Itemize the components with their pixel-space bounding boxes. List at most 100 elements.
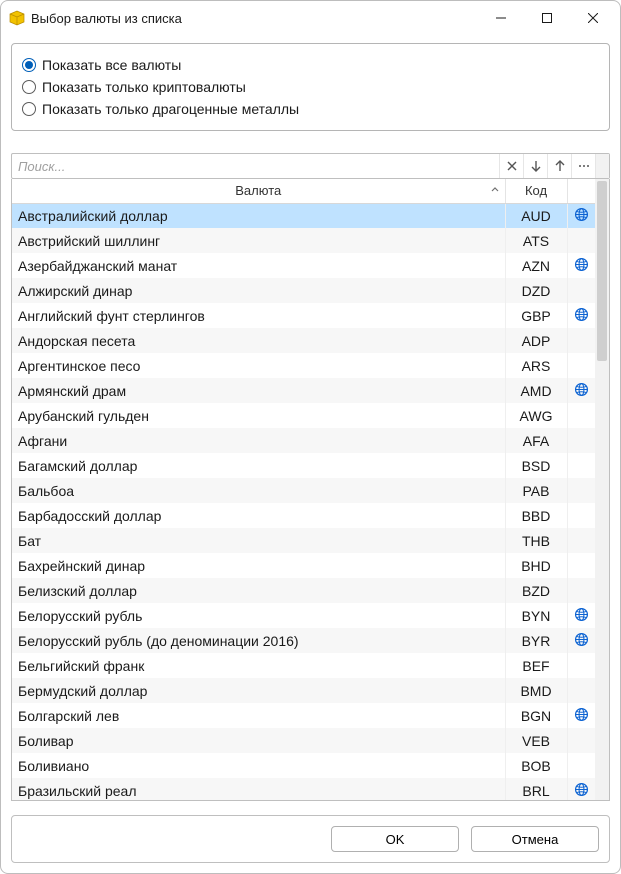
column-header-currency[interactable]: Валюта — [12, 179, 505, 203]
currency-globe-cell — [567, 278, 595, 303]
currency-code-cell: DZD — [505, 278, 567, 303]
currency-name-cell: Бразильский реал — [12, 778, 505, 800]
currency-globe-cell — [567, 428, 595, 453]
currency-code-cell: PAB — [505, 478, 567, 503]
dialog-footer: OK Отмена — [11, 815, 610, 863]
radio-icon — [22, 58, 36, 72]
table-row[interactable]: Барбадосский долларBBD — [12, 503, 595, 528]
filter-radio[interactable]: Показать все валюты — [22, 54, 599, 76]
move-up-button[interactable] — [547, 154, 571, 178]
currency-globe-cell — [567, 778, 595, 800]
globe-icon — [574, 782, 589, 797]
dialog-window: Выбор валюты из списка Показать все валю… — [0, 0, 621, 874]
currency-globe-cell — [567, 228, 595, 253]
table-row[interactable]: Бразильский реалBRL — [12, 778, 595, 800]
currency-globe-cell — [567, 353, 595, 378]
table-row[interactable]: Азербайджанский манатAZN — [12, 253, 595, 278]
currency-globe-cell — [567, 653, 595, 678]
currency-code-cell: GBP — [505, 303, 567, 328]
currency-globe-cell — [567, 453, 595, 478]
maximize-button[interactable] — [524, 3, 570, 33]
table-row[interactable]: Бельгийский франкBEF — [12, 653, 595, 678]
currency-code-cell: BMD — [505, 678, 567, 703]
currency-name-cell: Английский фунт стерлингов — [12, 303, 505, 328]
vertical-scrollbar[interactable] — [595, 179, 609, 800]
table-row[interactable]: Багамский долларBSD — [12, 453, 595, 478]
filter-radio[interactable]: Показать только криптовалюты — [22, 76, 599, 98]
currency-code-cell: BSD — [505, 453, 567, 478]
currency-globe-cell — [567, 603, 595, 628]
currency-table: Валюта Код Австралийский долларAUDАвс — [12, 179, 595, 800]
scrollbar-thumb[interactable] — [597, 181, 607, 361]
currency-globe-cell — [567, 553, 595, 578]
currency-globe-cell — [567, 753, 595, 778]
filter-radio-label: Показать все валюты — [42, 57, 181, 73]
currency-globe-cell — [567, 628, 595, 653]
table-row[interactable]: Белизский долларBZD — [12, 578, 595, 603]
table-row[interactable]: БальбоаPAB — [12, 478, 595, 503]
currency-name-cell: Боливар — [12, 728, 505, 753]
table-row[interactable]: БоливарVEB — [12, 728, 595, 753]
globe-icon — [574, 207, 589, 222]
currency-globe-cell — [567, 528, 595, 553]
currency-name-cell: Азербайджанский манат — [12, 253, 505, 278]
scrollbar-header-spacer — [595, 154, 609, 178]
globe-icon — [574, 707, 589, 722]
currency-code-cell: ATS — [505, 228, 567, 253]
table-row[interactable]: Бермудский долларBMD — [12, 678, 595, 703]
currency-name-cell: Австралийский доллар — [12, 203, 505, 228]
globe-icon — [574, 307, 589, 322]
currency-code-cell: BZD — [505, 578, 567, 603]
currency-globe-cell — [567, 203, 595, 228]
currency-globe-cell — [567, 728, 595, 753]
currency-name-cell: Алжирский динар — [12, 278, 505, 303]
currency-name-cell: Австрийский шиллинг — [12, 228, 505, 253]
radio-icon — [22, 80, 36, 94]
table-row[interactable]: БатTHB — [12, 528, 595, 553]
currency-code-cell: BRL — [505, 778, 567, 800]
more-options-button[interactable] — [571, 154, 595, 178]
cancel-button[interactable]: Отмена — [471, 826, 599, 852]
currency-globe-cell — [567, 253, 595, 278]
currency-code-cell: BGN — [505, 703, 567, 728]
currency-code-cell: BHD — [505, 553, 567, 578]
currency-globe-cell — [567, 678, 595, 703]
currency-code-cell: BBD — [505, 503, 567, 528]
filter-group: Показать все валюты Показать только крипт… — [11, 43, 610, 131]
currency-name-cell: Болгарский лев — [12, 703, 505, 728]
table-row[interactable]: Бахрейнский динарBHD — [12, 553, 595, 578]
clear-search-button[interactable] — [499, 154, 523, 178]
currency-code-cell: THB — [505, 528, 567, 553]
currency-code-cell: AWG — [505, 403, 567, 428]
column-header-globe[interactable] — [567, 179, 595, 203]
table-container: Валюта Код Австралийский долларAUDАвс — [11, 179, 610, 801]
table-row[interactable]: Болгарский левBGN — [12, 703, 595, 728]
table-row[interactable]: Белорусский рубльBYN — [12, 603, 595, 628]
close-button[interactable] — [570, 3, 616, 33]
filter-radio[interactable]: Показать только драгоценные металлы — [22, 98, 599, 120]
globe-icon — [574, 632, 589, 647]
table-row[interactable]: Армянский драмAMD — [12, 378, 595, 403]
search-input[interactable] — [12, 154, 499, 178]
column-header-code[interactable]: Код — [505, 179, 567, 203]
currency-name-cell: Белорусский рубль — [12, 603, 505, 628]
move-down-button[interactable] — [523, 154, 547, 178]
table-row[interactable]: БоливианоBOB — [12, 753, 595, 778]
minimize-button[interactable] — [478, 3, 524, 33]
currency-code-cell: ARS — [505, 353, 567, 378]
currency-code-cell: ADP — [505, 328, 567, 353]
table-row[interactable]: АфганиAFA — [12, 428, 595, 453]
table-row[interactable]: Аргентинское песоARS — [12, 353, 595, 378]
app-icon — [9, 10, 25, 26]
table-row[interactable]: Арубанский гульденAWG — [12, 403, 595, 428]
table-row[interactable]: Английский фунт стерлинговGBP — [12, 303, 595, 328]
currency-globe-cell — [567, 403, 595, 428]
table-row[interactable]: Австралийский долларAUD — [12, 203, 595, 228]
table-row[interactable]: Андорская песетаADP — [12, 328, 595, 353]
table-row[interactable]: Алжирский динарDZD — [12, 278, 595, 303]
ok-button[interactable]: OK — [331, 826, 459, 852]
table-row[interactable]: Австрийский шиллингATS — [12, 228, 595, 253]
radio-icon — [22, 102, 36, 116]
table-row[interactable]: Белорусский рубль (до деноминации 2016)B… — [12, 628, 595, 653]
currency-name-cell: Афгани — [12, 428, 505, 453]
